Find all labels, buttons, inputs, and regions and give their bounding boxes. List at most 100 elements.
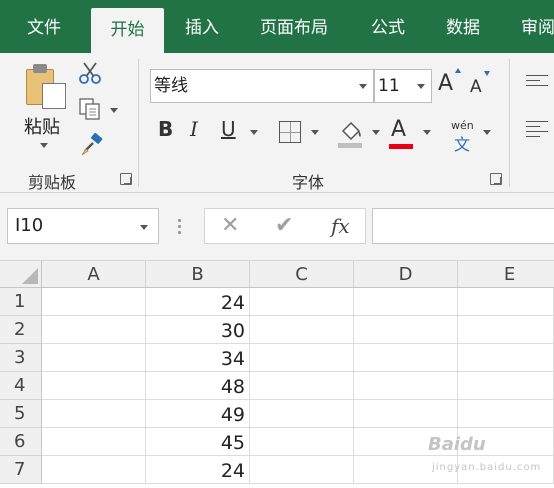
- cell-e1[interactable]: [458, 288, 554, 316]
- cell-e7[interactable]: [458, 456, 554, 484]
- tab-home[interactable]: 开始: [91, 8, 164, 53]
- table-row: 6 45: [0, 428, 554, 456]
- cell-d1[interactable]: [354, 288, 458, 316]
- font-size-combobox[interactable]: 11: [374, 69, 432, 103]
- tab-formulas[interactable]: 公式: [358, 0, 418, 53]
- cell-d4[interactable]: [354, 372, 458, 400]
- underline-button[interactable]: U: [221, 117, 236, 141]
- cell-c7[interactable]: [250, 456, 354, 484]
- decrease-font-size-button[interactable]: A: [470, 71, 490, 97]
- cell-d6[interactable]: [354, 428, 458, 456]
- enter-check-icon[interactable]: ✔: [275, 209, 293, 243]
- cell-c6[interactable]: [250, 428, 354, 456]
- align-left-icon[interactable]: [526, 121, 548, 141]
- italic-button[interactable]: I: [190, 117, 198, 141]
- fill-color-dropdown-icon[interactable]: [372, 130, 380, 135]
- cell-a6[interactable]: [42, 428, 146, 456]
- chevron-down-icon[interactable]: [359, 84, 367, 89]
- fill-color-swatch: [338, 143, 362, 148]
- column-header-b[interactable]: B: [146, 261, 250, 288]
- cell-b1[interactable]: 24: [146, 288, 250, 316]
- phonetic-guide-button[interactable]: 文: [454, 131, 470, 155]
- font-color-dropdown-icon[interactable]: [423, 130, 431, 135]
- cell-c5[interactable]: [250, 400, 354, 428]
- tab-page-layout[interactable]: 页面布局: [248, 0, 340, 53]
- row-header[interactable]: 2: [0, 316, 42, 344]
- name-box-value: I10: [15, 215, 44, 236]
- cell-e6[interactable]: [458, 428, 554, 456]
- column-header-a[interactable]: A: [42, 261, 146, 288]
- clipboard-dialog-launcher-icon[interactable]: [120, 173, 132, 185]
- cell-d7[interactable]: [354, 456, 458, 484]
- row-header[interactable]: 6: [0, 428, 42, 456]
- cell-d5[interactable]: [354, 400, 458, 428]
- paste-button[interactable]: 粘贴: [20, 63, 72, 159]
- cell-a1[interactable]: [42, 288, 146, 316]
- underline-dropdown-icon[interactable]: [250, 130, 258, 135]
- cell-c1[interactable]: [250, 288, 354, 316]
- phonetic-guide-dropdown-icon[interactable]: [483, 130, 491, 135]
- tab-insert[interactable]: 插入: [172, 0, 232, 53]
- formula-input[interactable]: [372, 208, 554, 244]
- formula-bar-grip-icon[interactable]: [178, 219, 181, 237]
- row-header[interactable]: 3: [0, 344, 42, 372]
- cell-b3[interactable]: 34: [146, 344, 250, 372]
- column-header-c[interactable]: C: [250, 261, 354, 288]
- column-header-e[interactable]: E: [458, 261, 554, 288]
- cell-a3[interactable]: [42, 344, 146, 372]
- cell-c2[interactable]: [250, 316, 354, 344]
- cell-d3[interactable]: [354, 344, 458, 372]
- cancel-icon[interactable]: ✕: [221, 209, 239, 243]
- tab-file[interactable]: 文件: [10, 0, 78, 53]
- font-color-button[interactable]: A: [391, 117, 406, 142]
- select-all-button[interactable]: [0, 261, 42, 288]
- borders-dropdown-icon[interactable]: [311, 130, 319, 135]
- cell-a7[interactable]: [42, 456, 146, 484]
- row-header[interactable]: 1: [0, 288, 42, 316]
- clipboard-group-label: 剪贴板: [28, 173, 77, 192]
- borders-icon[interactable]: [279, 121, 301, 143]
- format-painter-icon[interactable]: [80, 133, 104, 157]
- bold-button[interactable]: B: [158, 117, 173, 141]
- chevron-down-icon[interactable]: [417, 84, 425, 89]
- name-box[interactable]: I10: [7, 208, 159, 244]
- copy-dropdown-icon[interactable]: [110, 108, 118, 113]
- cell-c4[interactable]: [250, 372, 354, 400]
- cell-b7[interactable]: 24: [146, 456, 250, 484]
- worksheet-grid: A B C D E 1 24 2 30 3 34 4 48 5 49 6 45 …: [0, 261, 554, 488]
- align-top-icon[interactable]: [526, 75, 548, 90]
- font-name-value: 等线: [154, 76, 188, 96]
- cell-e5[interactable]: [458, 400, 554, 428]
- decrease-font-size-label: A: [470, 77, 482, 97]
- group-divider: [509, 59, 510, 187]
- cell-a5[interactable]: [42, 400, 146, 428]
- ribbon-panel: 粘贴 剪贴板 等线 11 A A B I U A wén 文 字体: [0, 53, 554, 193]
- font-dialog-launcher-icon[interactable]: [490, 173, 502, 185]
- row-header[interactable]: 4: [0, 372, 42, 400]
- font-name-combobox[interactable]: 等线: [150, 69, 374, 103]
- cell-c3[interactable]: [250, 344, 354, 372]
- column-header-d[interactable]: D: [354, 261, 458, 288]
- cell-b6[interactable]: 45: [146, 428, 250, 456]
- paste-dropdown-icon[interactable]: [40, 143, 48, 148]
- cell-b4[interactable]: 48: [146, 372, 250, 400]
- cut-icon[interactable]: [78, 61, 102, 85]
- chevron-down-icon[interactable]: [140, 225, 148, 230]
- clipboard-clip-icon: [33, 64, 47, 73]
- cell-b2[interactable]: 30: [146, 316, 250, 344]
- cell-b5[interactable]: 49: [146, 400, 250, 428]
- cell-e3[interactable]: [458, 344, 554, 372]
- tab-data[interactable]: 数据: [432, 0, 494, 53]
- row-header[interactable]: 7: [0, 456, 42, 484]
- cell-e4[interactable]: [458, 372, 554, 400]
- tab-review[interactable]: 审阅: [510, 0, 554, 53]
- copy-icon[interactable]: [78, 97, 104, 121]
- cell-e2[interactable]: [458, 316, 554, 344]
- cell-a2[interactable]: [42, 316, 146, 344]
- cell-a4[interactable]: [42, 372, 146, 400]
- table-row: 3 34: [0, 344, 554, 372]
- increase-font-size-button[interactable]: A: [438, 68, 462, 96]
- row-header[interactable]: 5: [0, 400, 42, 428]
- cell-d2[interactable]: [354, 316, 458, 344]
- insert-function-button[interactable]: fx: [331, 209, 350, 243]
